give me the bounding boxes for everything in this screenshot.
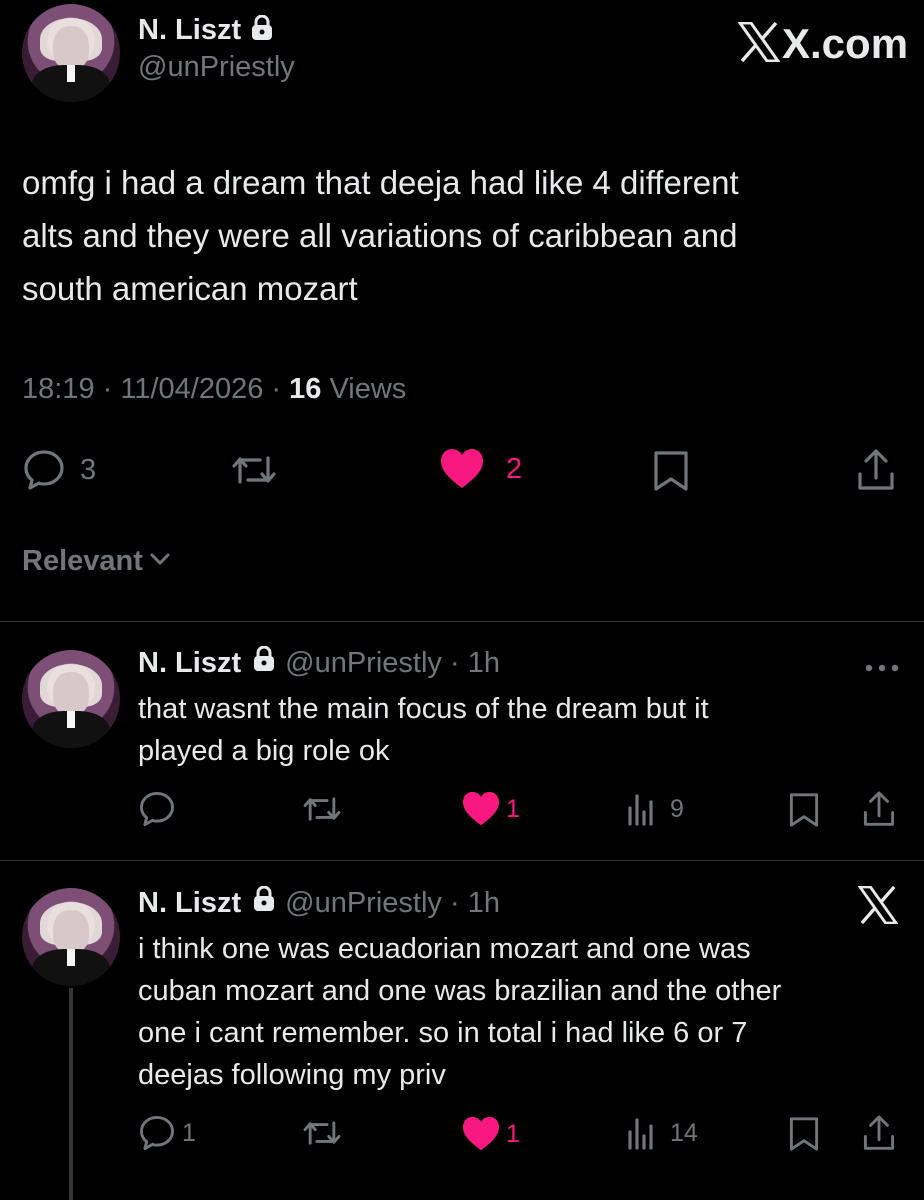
views-count: 9 [670,794,684,823]
views-icon [626,1116,656,1150]
post-text-line: south american mozart [22,270,358,307]
retweet-icon [300,1116,344,1150]
like-count: 2 [506,452,523,485]
reply-count: 1 [182,1118,196,1147]
share-button[interactable] [862,1114,896,1152]
post-text-line: omfg i had a dream that deeja had like 4… [22,164,739,201]
reply-text-line: played a big role ok [138,735,390,767]
avatar[interactable] [22,4,120,102]
reply-header: N. Liszt @unPriestly · 1h [138,885,500,920]
like-button[interactable]: 1 [462,791,520,827]
retweet-icon [300,792,344,826]
reply-text: that wasnt the main focus of the dream b… [138,688,709,772]
lock-icon [253,645,275,680]
reply-text-line: that wasnt the main focus of the dream b… [138,693,709,725]
retweet-button[interactable] [300,792,344,826]
post-text-line: alts and they were all variations of car… [22,217,738,254]
reply-button[interactable] [138,790,176,828]
bookmark-button[interactable] [652,450,690,492]
bookmark-button[interactable] [788,1116,820,1152]
reply-icon [138,1114,176,1152]
reply-icon [22,448,66,492]
sort-label: Relevant [22,545,143,577]
x-logo-icon [737,21,781,67]
x-logo-icon [857,885,899,929]
author-name[interactable]: N. Liszt [138,887,241,920]
bookmark-icon [788,792,820,828]
author-handle[interactable]: @unPriestly [285,647,442,680]
like-count: 1 [506,794,520,823]
divider [0,621,924,622]
author-name[interactable]: N. Liszt [138,14,241,47]
retweet-button[interactable] [300,1116,344,1150]
divider [0,860,924,861]
reply-count: 3 [80,453,97,486]
views-count: 14 [670,1118,698,1147]
bookmark-icon [788,1116,820,1152]
avatar[interactable] [22,650,120,748]
heart-icon [462,1116,500,1152]
heart-icon [440,448,484,490]
share-button[interactable] [856,448,896,492]
views-button[interactable]: 9 [626,792,684,826]
sort-dropdown[interactable]: Relevant [22,545,171,578]
reply-button[interactable]: 1 [138,1114,196,1152]
reply-button[interactable]: 3 [22,448,96,492]
share-icon [862,790,896,828]
thread-line [69,988,73,1200]
reply-text: i think one was ecuadorian mozart and on… [138,928,781,1096]
views-label: Views [329,373,407,405]
chevron-down-icon [149,552,171,571]
author-handle[interactable]: @unPriestly [285,887,442,920]
reply-text-line: cuban mozart and one was brazilian and t… [138,975,782,1007]
more-icon[interactable] [864,660,900,678]
heart-icon [462,791,500,827]
post-text: omfg i had a dream that deeja had like 4… [22,156,739,315]
post-date[interactable]: 11/04/2026 [120,373,263,405]
reply-age[interactable]: 1h [468,887,500,920]
share-icon [862,1114,896,1152]
author-handle[interactable]: @unPriestly [138,51,295,84]
reply-age[interactable]: 1h [468,647,500,680]
author-name[interactable]: N. Liszt [138,647,241,680]
reply-text-line: deejas following my priv [138,1059,446,1091]
avatar[interactable] [22,888,120,986]
retweet-icon [228,450,280,490]
views-count: 16 [289,373,322,405]
post-time[interactable]: 18:19 [22,373,95,405]
reply-text-line: i think one was ecuadorian mozart and on… [138,933,751,965]
lock-icon [253,885,275,920]
like-button[interactable]: 1 [462,1116,520,1152]
retweet-button[interactable] [228,450,280,490]
bookmark-icon [652,450,690,492]
brand-site-text: X.com [782,20,909,67]
like-button[interactable]: 2 [440,448,522,490]
views-icon [626,792,656,826]
reply-text-line: one i cant remember. so in total i had l… [138,1017,748,1049]
like-count: 1 [506,1119,520,1148]
reply-header: N. Liszt @unPriestly · 1h [138,645,500,680]
brand-watermark: X.com [737,20,909,68]
share-icon [856,448,896,492]
share-button[interactable] [862,790,896,828]
bookmark-button[interactable] [788,792,820,828]
lock-icon [251,14,273,46]
reply-icon [138,790,176,828]
post-meta: 18:19 · 11/04/2026 · 16 Views [22,373,407,405]
views-button[interactable]: 14 [626,1116,698,1150]
author-header: N. Liszt @unPriestly [138,14,295,84]
